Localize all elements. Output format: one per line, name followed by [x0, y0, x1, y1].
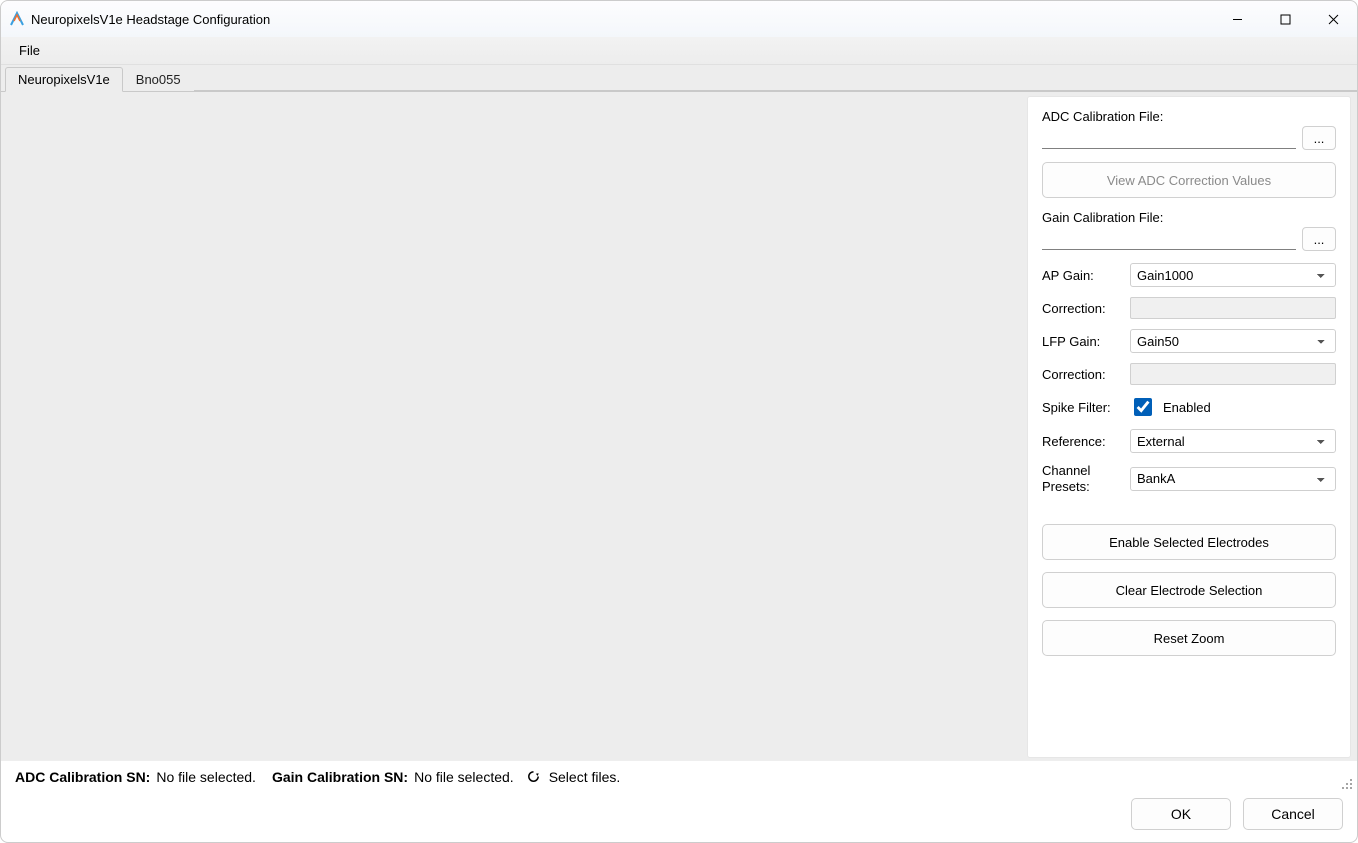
- close-button[interactable]: [1309, 1, 1357, 37]
- gain-file-browse-button[interactable]: ...: [1302, 227, 1336, 251]
- content-area: ADC Calibration File: ... View ADC Corre…: [1, 91, 1357, 760]
- channel-presets-select[interactable]: BankA: [1130, 467, 1336, 491]
- adc-file-browse-button[interactable]: ...: [1302, 126, 1336, 150]
- reset-zoom-button[interactable]: Reset Zoom: [1042, 620, 1336, 656]
- resize-grip-icon[interactable]: [1339, 776, 1353, 790]
- spike-filter-check-label: Enabled: [1163, 400, 1211, 415]
- lfp-gain-select[interactable]: Gain50: [1130, 329, 1336, 353]
- menubar: File: [1, 37, 1357, 65]
- view-adc-values-button[interactable]: View ADC Correction Values: [1042, 162, 1336, 198]
- app-icon: [9, 11, 25, 27]
- clear-selection-button[interactable]: Clear Electrode Selection: [1042, 572, 1336, 608]
- ap-gain-label: AP Gain:: [1042, 268, 1124, 283]
- refresh-icon: [526, 769, 541, 784]
- ok-button[interactable]: OK: [1131, 798, 1231, 830]
- tab-bno055[interactable]: Bno055: [123, 67, 194, 92]
- ap-correction-label: Correction:: [1042, 301, 1124, 316]
- adc-sn-value: No file selected.: [156, 769, 256, 785]
- tabbar: NeuropixelsV1e Bno055: [1, 65, 1357, 91]
- spike-filter-label: Spike Filter:: [1042, 400, 1124, 415]
- spike-filter-checkbox[interactable]: [1134, 398, 1152, 416]
- menu-file[interactable]: File: [11, 41, 48, 60]
- gain-file-input[interactable]: [1042, 228, 1296, 250]
- cancel-button[interactable]: Cancel: [1243, 798, 1343, 830]
- settings-panel: ADC Calibration File: ... View ADC Corre…: [1027, 96, 1351, 758]
- enable-electrodes-button[interactable]: Enable Selected Electrodes: [1042, 524, 1336, 560]
- minimize-button[interactable]: [1213, 1, 1261, 37]
- adc-file-label: ADC Calibration File:: [1042, 109, 1336, 124]
- electrode-canvas[interactable]: [7, 96, 1021, 758]
- gain-sn-label: Gain Calibration SN:: [272, 769, 408, 785]
- tab-strip-filler: [194, 65, 1357, 91]
- window-title: NeuropixelsV1e Headstage Configuration: [31, 12, 270, 27]
- adc-file-input[interactable]: [1042, 127, 1296, 149]
- reference-select[interactable]: External: [1130, 429, 1336, 453]
- adc-sn-label: ADC Calibration SN:: [15, 769, 150, 785]
- dialog-buttons: OK Cancel: [1, 792, 1357, 842]
- titlebar: NeuropixelsV1e Headstage Configuration: [1, 1, 1357, 37]
- channel-presets-label: Channel Presets:: [1042, 463, 1124, 494]
- ap-correction-value: [1130, 297, 1336, 319]
- maximize-button[interactable]: [1261, 1, 1309, 37]
- lfp-gain-label: LFP Gain:: [1042, 334, 1124, 349]
- status-bar: ADC Calibration SN: No file selected. Ga…: [1, 760, 1357, 792]
- lfp-correction-value: [1130, 363, 1336, 385]
- gain-file-label: Gain Calibration File:: [1042, 210, 1336, 225]
- reference-label: Reference:: [1042, 434, 1124, 449]
- select-files-text: Select files.: [549, 769, 621, 785]
- gain-sn-value: No file selected.: [414, 769, 514, 785]
- ap-gain-select[interactable]: Gain1000: [1130, 263, 1336, 287]
- lfp-correction-label: Correction:: [1042, 367, 1124, 382]
- tab-neuropixelsv1e[interactable]: NeuropixelsV1e: [5, 67, 123, 92]
